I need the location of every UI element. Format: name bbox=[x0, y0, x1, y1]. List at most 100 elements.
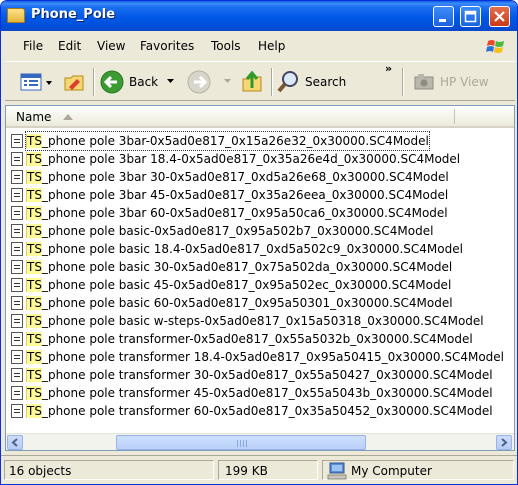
views-button[interactable] bbox=[19, 68, 57, 96]
file-name-prefix: TS bbox=[26, 332, 42, 346]
file-name-prefix: TS bbox=[26, 350, 42, 364]
sort-ascending-icon bbox=[63, 114, 73, 120]
status-count-pane: 16 objects bbox=[4, 460, 214, 480]
forward-dropdown-icon bbox=[224, 79, 231, 83]
file-name-text: _phone pole basic w-steps-0x5ad0e817_0x1… bbox=[41, 314, 484, 328]
up-folder-button[interactable] bbox=[240, 68, 266, 96]
arrow-right-icon bbox=[501, 438, 508, 447]
file-icon bbox=[11, 152, 23, 166]
up-folder-icon bbox=[242, 70, 262, 92]
file-icon bbox=[11, 386, 23, 400]
minimize-icon bbox=[439, 19, 446, 22]
file-name-prefix: TS bbox=[26, 242, 42, 256]
camera-icon bbox=[414, 74, 434, 90]
file-icon bbox=[11, 350, 23, 364]
hp-view-label: HP View bbox=[440, 75, 489, 89]
file-icon bbox=[11, 188, 23, 202]
file-name: TS_phone pole transformer-0x5ad0e817_0x5… bbox=[26, 330, 473, 348]
status-zone-pane: My Computer bbox=[322, 460, 514, 480]
search-icon bbox=[277, 71, 298, 93]
back-button[interactable]: Back bbox=[99, 68, 179, 96]
file-name: TS_phone pole 3bar 30-0x5ad0e817_0xd5a26… bbox=[26, 168, 449, 186]
maximize-button[interactable] bbox=[460, 6, 481, 27]
scroll-right-button[interactable] bbox=[496, 435, 512, 450]
menu-edit[interactable]: Edit bbox=[58, 39, 81, 53]
file-name: TS_phone pole basic 60-0x5ad0e817_0x95a5… bbox=[26, 294, 453, 312]
status-bar: 16 objects 199 KB My Computer bbox=[1, 455, 517, 484]
maximize-icon bbox=[464, 10, 477, 23]
status-zone: My Computer bbox=[351, 464, 432, 478]
file-name-prefix: TS bbox=[26, 278, 42, 292]
search-button[interactable]: Search bbox=[276, 68, 356, 96]
file-name-text: _phone pole basic 45-0x5ad0e817_0x95a502… bbox=[41, 278, 452, 292]
file-name-text: _phone pole transformer 45-0x5ad0e817_0x… bbox=[41, 386, 493, 400]
file-name-prefix: TS bbox=[26, 260, 42, 274]
hp-view-button[interactable]: HP View bbox=[413, 68, 503, 96]
file-name-prefix: TS bbox=[26, 134, 42, 148]
file-name-text: _phone pole basic 18.4-0x5ad0e817_0xd5a5… bbox=[41, 242, 463, 256]
file-name-prefix: TS bbox=[26, 368, 42, 382]
folder-options-button[interactable] bbox=[62, 68, 88, 96]
file-name-text: _phone pole transformer-0x5ad0e817_0x55a… bbox=[41, 332, 473, 346]
column-header-name[interactable]: Name bbox=[6, 106, 514, 128]
file-name-text: _phone pole 3bar 18.4-0x5ad0e817_0x35a26… bbox=[41, 152, 461, 166]
folder-options-icon bbox=[64, 75, 84, 91]
file-name-text: _phone pole basic 60-0x5ad0e817_0x95a503… bbox=[41, 296, 453, 310]
forward-button[interactable] bbox=[186, 68, 236, 96]
forward-icon bbox=[187, 70, 211, 94]
toolbar: Back Search » HP View bbox=[5, 61, 515, 101]
file-name-prefix: TS bbox=[26, 224, 42, 238]
file-name: TS_phone pole transformer 18.4-0x5ad0e81… bbox=[26, 348, 504, 366]
file-name: TS_phone pole basic 30-0x5ad0e817_0x75a5… bbox=[26, 258, 452, 276]
menu-bar: File Edit View Favorites Tools Help bbox=[5, 35, 515, 57]
menu-view[interactable]: View bbox=[97, 39, 125, 53]
file-icon bbox=[11, 242, 23, 256]
file-name-text: _phone pole 3bar 45-0x5ad0e817_0x35a26ee… bbox=[41, 188, 449, 202]
file-name: TS_phone pole basic w-steps-0x5ad0e817_0… bbox=[26, 312, 484, 330]
menu-favorites[interactable]: Favorites bbox=[140, 39, 194, 53]
file-name-prefix: TS bbox=[26, 314, 42, 328]
windows-logo-icon bbox=[486, 40, 504, 53]
file-list[interactable]: Name TS_phone pole 3bar-0x5ad0e817_0x15a… bbox=[5, 105, 515, 451]
file-name-text: _phone pole 3bar-0x5ad0e817_0x15a26e32_0… bbox=[41, 134, 429, 148]
scroll-thumb[interactable] bbox=[116, 435, 366, 450]
file-icon bbox=[11, 404, 23, 418]
file-name: TS_phone pole transformer 60-0x5ad0e817_… bbox=[26, 402, 493, 420]
file-icon bbox=[11, 134, 23, 148]
horizontal-scrollbar[interactable] bbox=[6, 433, 514, 450]
back-icon bbox=[100, 70, 124, 94]
file-name: TS_phone pole 3bar-0x5ad0e817_0x15a26e32… bbox=[25, 131, 430, 151]
menu-file[interactable]: File bbox=[23, 39, 43, 53]
file-name: TS_phone pole basic 18.4-0x5ad0e817_0xd5… bbox=[26, 240, 463, 258]
file-name: TS_phone pole basic 45-0x5ad0e817_0x95a5… bbox=[26, 276, 451, 294]
title-bar[interactable]: Phone_Pole bbox=[1, 1, 517, 31]
file-icon bbox=[11, 296, 23, 310]
menu-help[interactable]: Help bbox=[258, 39, 285, 53]
file-icon bbox=[11, 368, 23, 382]
file-name-prefix: TS bbox=[26, 170, 42, 184]
toolbar-more-button[interactable]: » bbox=[385, 62, 392, 75]
file-name: TS_phone pole transformer 45-0x5ad0e817_… bbox=[26, 384, 493, 402]
file-icon bbox=[11, 224, 23, 238]
status-object-count: 16 objects bbox=[9, 464, 72, 478]
file-name: TS_phone pole 3bar 45-0x5ad0e817_0x35a26… bbox=[26, 186, 448, 204]
menu-tools[interactable]: Tools bbox=[211, 39, 241, 53]
file-name-text: _phone pole transformer 18.4-0x5ad0e817_… bbox=[41, 350, 504, 364]
file-name-text: _phone pole 3bar 30-0x5ad0e817_0xd5a26e6… bbox=[41, 170, 449, 184]
back-dropdown-icon[interactable] bbox=[167, 79, 175, 85]
arrow-left-icon bbox=[11, 438, 18, 447]
file-name-text: _phone pole 3bar 60-0x5ad0e817_0x95a50ca… bbox=[41, 206, 448, 220]
scroll-left-button[interactable] bbox=[7, 435, 23, 450]
status-size: 199 KB bbox=[225, 464, 268, 478]
computer-icon bbox=[327, 462, 347, 480]
minimize-button[interactable] bbox=[433, 6, 454, 27]
close-button[interactable] bbox=[489, 6, 510, 27]
search-label: Search bbox=[305, 75, 347, 89]
file-icon bbox=[11, 314, 23, 328]
file-name-prefix: TS bbox=[26, 296, 42, 310]
file-name-text: _phone pole transformer 30-0x5ad0e817_0x… bbox=[41, 368, 493, 382]
folder-icon bbox=[7, 8, 25, 23]
window-title: Phone_Pole bbox=[31, 7, 116, 22]
file-name-prefix: TS bbox=[26, 188, 42, 202]
file-name-prefix: TS bbox=[26, 386, 42, 400]
